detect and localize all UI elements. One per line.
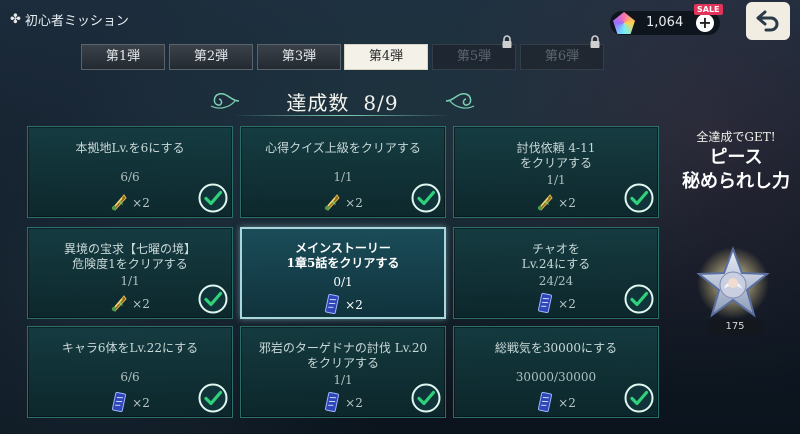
mission-task-line: をクリアする xyxy=(306,356,379,370)
blue-ticket-icon xyxy=(536,391,554,415)
check-icon xyxy=(198,383,228,413)
reward-quantity: ×2 xyxy=(558,196,576,210)
achievement-label: 達成数 xyxy=(286,90,350,115)
reward-quantity: ×2 xyxy=(558,396,576,410)
gold-scroll-icon xyxy=(110,293,128,316)
tab-phase-4[interactable]: 第4弾 xyxy=(344,44,428,70)
mission-card[interactable]: メインストーリー 1章5話をクリアする 0/1 ×2 xyxy=(240,227,446,319)
star-frame-icon xyxy=(696,246,770,319)
blue-ticket-icon xyxy=(110,391,128,415)
gem-icon xyxy=(613,12,635,34)
mission-card[interactable]: 討伐依頼 4-11 をクリアする 1/1 ×2 xyxy=(453,126,659,218)
blue-ticket-icon xyxy=(536,292,554,316)
reward-name-line-1: ピース xyxy=(709,147,763,168)
check-icon xyxy=(411,183,441,213)
mission-progress: 1/1 xyxy=(333,170,353,184)
gold-scroll-icon xyxy=(110,192,128,215)
check-icon xyxy=(624,284,654,314)
page-title: ✤ 初心者ミッション xyxy=(10,10,129,29)
gold-scroll-icon xyxy=(536,192,554,215)
achievement-count: 達成数 8/9 xyxy=(286,87,398,116)
mission-task: キャラ6体をLv.22にする xyxy=(32,341,228,356)
lock-icon xyxy=(590,35,600,48)
mission-card[interactable]: 総戦気を30000にする 30000/30000 ×2 xyxy=(453,326,659,418)
mission-task: チャオを Lv.24にする xyxy=(458,242,654,272)
mission-progress: 6/6 xyxy=(120,170,140,184)
banner-underline xyxy=(233,115,452,116)
mission-task: 総戦気を30000にする xyxy=(458,341,654,356)
reward-quantity: ×2 xyxy=(132,396,150,410)
mission-task: 討伐依頼 4-11 をクリアする xyxy=(458,141,654,171)
tab-phase-2[interactable]: 第2弾 xyxy=(169,44,253,70)
mission-task-line: 邪岩のターゲドナの討伐 Lv.20 xyxy=(258,341,428,355)
tab-label: 第6弾 xyxy=(544,49,580,64)
reward-quantity: ×2 xyxy=(558,297,576,311)
mission-task-line: Lv.24にする xyxy=(521,257,591,271)
complete-all-label: 全達成でGET! xyxy=(696,130,776,144)
check-icon xyxy=(624,383,654,413)
blue-ticket-icon xyxy=(323,391,341,415)
mission-task-line: キャラ6体をLv.22にする xyxy=(61,341,199,355)
mission-task-line: チャオを xyxy=(532,242,580,256)
mission-card[interactable]: 本拠地Lv.を6にする 6/6 ×2 xyxy=(27,126,233,218)
mission-task: メインストーリー 1章5話をクリアする xyxy=(246,241,440,271)
check-icon xyxy=(624,183,654,213)
mission-task-line: 総戦気を30000にする xyxy=(494,341,618,355)
check-icon xyxy=(198,183,228,213)
mission-task-line: 本拠地Lv.を6にする xyxy=(75,141,185,155)
piece-reward-icon[interactable] xyxy=(696,245,770,321)
tab-label: 第5弾 xyxy=(456,49,492,64)
flourish-right-icon xyxy=(445,92,475,109)
mission-task-line: をクリアする xyxy=(519,156,592,170)
completion-reward-name: ピース 秘められし力 xyxy=(672,146,800,194)
mission-task-line: メインストーリー xyxy=(295,241,391,255)
reward-quantity: ×2 xyxy=(345,298,363,312)
reward-quantity: ×2 xyxy=(345,196,363,210)
check-icon xyxy=(198,284,228,314)
mission-card[interactable]: キャラ6体をLv.22にする 6/6 ×2 xyxy=(27,326,233,418)
piece-count: 175 xyxy=(706,319,764,335)
lock-icon xyxy=(502,35,512,48)
back-button[interactable] xyxy=(746,2,790,40)
gold-scroll-icon xyxy=(323,192,341,215)
tab-phase-1[interactable]: 第1弾 xyxy=(81,44,165,70)
reward-quantity: ×2 xyxy=(132,196,150,210)
mission-reward: ×2 xyxy=(242,293,444,317)
tab-phase-6[interactable]: 第6弾 xyxy=(520,35,604,70)
sale-badge: SALE xyxy=(694,4,723,15)
check-icon xyxy=(411,383,441,413)
tab-phase-3[interactable]: 第3弾 xyxy=(257,44,341,70)
mission-task-line: 異境の宝求【七曜の境】 xyxy=(63,242,196,256)
mission-card[interactable]: チャオを Lv.24にする 24/24 ×2 xyxy=(453,227,659,319)
mission-task: 本拠地Lv.を6にする xyxy=(32,141,228,156)
mission-card[interactable]: 異境の宝求【七曜の境】 危険度1をクリアする 1/1 ×2 xyxy=(27,227,233,319)
page-title-text: 初心者ミッション xyxy=(24,14,129,29)
mission-progress: 0/1 xyxy=(333,275,353,289)
reward-quantity: ×2 xyxy=(132,297,150,311)
add-currency-button[interactable]: + xyxy=(696,14,714,32)
tab-phase-5[interactable]: 第5弾 xyxy=(432,35,516,70)
mission-card[interactable]: 邪岩のターゲドナの討伐 Lv.20 をクリアする 1/1 ×2 xyxy=(240,326,446,418)
reward-quantity: ×2 xyxy=(345,396,363,410)
mission-card[interactable]: 心得クイズ上級をクリアする 1/1 ×2 xyxy=(240,126,446,218)
mission-task: 異境の宝求【七曜の境】 危険度1をクリアする xyxy=(32,242,228,272)
mission-progress: 6/6 xyxy=(120,370,140,384)
back-arrow-icon xyxy=(756,10,779,32)
achievement-value: 8/9 xyxy=(363,90,399,115)
achievement-banner: 達成数 8/9 xyxy=(205,84,480,118)
mission-task: 邪岩のターゲドナの討伐 Lv.20 をクリアする xyxy=(245,341,441,371)
reward-name-line-2: 秘められし力 xyxy=(682,171,790,192)
mission-task-line: 危険度1をクリアする xyxy=(72,257,188,271)
mission-progress: 30000/30000 xyxy=(515,370,597,384)
currency-amount: 1,064 xyxy=(646,15,684,30)
mission-task-line: 討伐依頼 4-11 xyxy=(516,141,596,155)
mission-task-line: 心得クイズ上級をクリアする xyxy=(265,141,421,155)
blue-ticket-icon xyxy=(323,293,341,317)
mission-task: 心得クイズ上級をクリアする xyxy=(245,141,441,156)
flourish-left-icon xyxy=(210,92,240,109)
clover-icon: ✤ xyxy=(10,12,21,27)
mission-task-line: 1章5話をクリアする xyxy=(286,256,400,270)
